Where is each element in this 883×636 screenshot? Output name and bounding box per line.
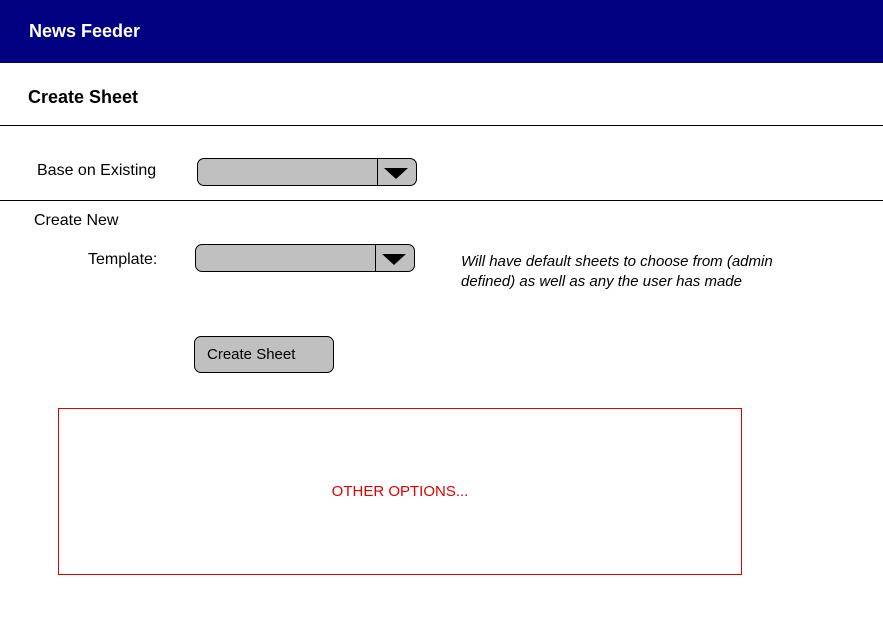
base-on-existing-label: Base on Existing — [37, 162, 157, 179]
template-dropdown[interactable] — [195, 244, 415, 272]
other-options-box: OTHER OPTIONS... — [58, 408, 742, 575]
other-options-text: OTHER OPTIONS... — [331, 483, 469, 500]
template-note: Will have default sheets to choose from … — [461, 253, 773, 290]
create-sheet-button[interactable]: Create Sheet — [194, 336, 334, 373]
app-header: News Feeder — [0, 0, 883, 63]
dropdown-separator — [377, 159, 378, 185]
create-new-label: Create New — [34, 212, 119, 229]
template-label: Template: — [88, 251, 158, 268]
triangle-down-icon[interactable] — [382, 254, 406, 265]
page-title: Create Sheet — [28, 87, 139, 107]
header-divider — [0, 125, 883, 126]
app-title: News Feeder — [29, 21, 141, 41]
triangle-down-icon[interactable] — [384, 168, 408, 179]
dropdown-separator — [375, 245, 376, 271]
section-divider — [0, 200, 883, 201]
base-on-existing-dropdown[interactable] — [197, 158, 417, 186]
